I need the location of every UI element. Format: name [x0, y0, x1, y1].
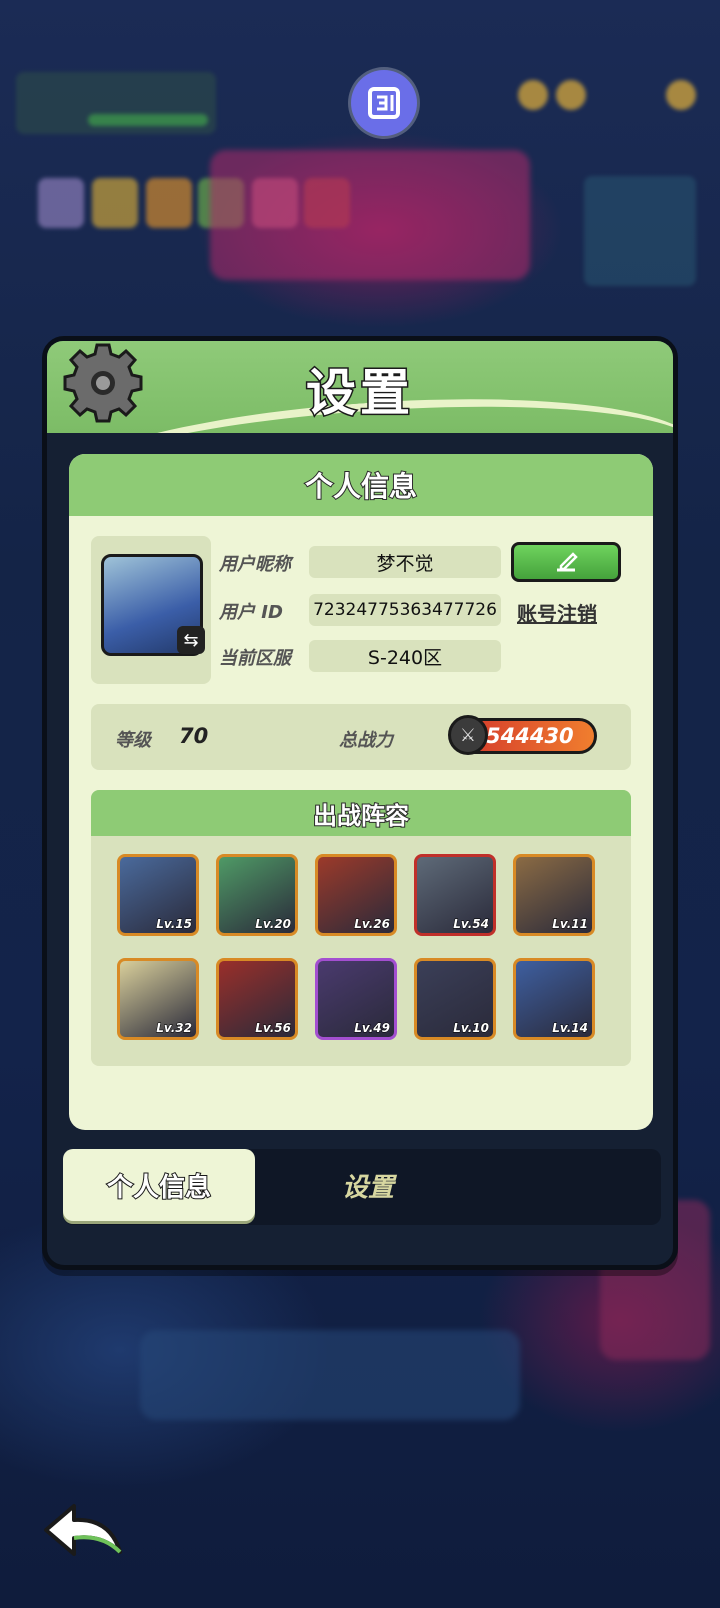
hero-slot[interactable]: Lv.32	[117, 958, 199, 1040]
level-label: 等级	[115, 730, 151, 751]
profile-section-title: 个人信息	[69, 454, 653, 516]
power-badge: ⚔ 544430	[448, 715, 597, 755]
level-value: 70	[179, 724, 209, 748]
cancel-account-link[interactable]: 账号注销	[517, 598, 597, 627]
currency-icon	[518, 80, 548, 110]
swords-icon: ⚔	[448, 715, 488, 755]
user-id-label: 用户 ID	[219, 602, 283, 623]
hero-level: Lv.10	[453, 1021, 490, 1036]
hero-slot[interactable]: Lv.20	[216, 854, 298, 936]
hud-exp-bar	[88, 114, 208, 126]
power-value: 544430	[486, 724, 574, 748]
avatar-container[interactable]: ⇆	[91, 536, 211, 684]
edit-nickname-button[interactable]	[511, 542, 621, 582]
nickname-label: 用户昵称	[219, 554, 291, 575]
hero-level: Lv.49	[354, 1021, 391, 1036]
hero-level: Lv.54	[453, 917, 490, 932]
bg-blob	[210, 150, 530, 280]
gear-icon	[63, 343, 143, 423]
power-label: 总战力	[339, 730, 393, 751]
hero-slot[interactable]: Lv.26	[315, 854, 397, 936]
server-value: S-240区	[309, 640, 501, 672]
back-arrow-icon[interactable]	[40, 1500, 126, 1564]
hero-level: Lv.20	[255, 917, 292, 932]
user-id-value: 72324775363477726	[309, 594, 501, 626]
hero-slot[interactable]: Lv.56	[216, 958, 298, 1040]
hero-level: Lv.14	[552, 1021, 589, 1036]
server-label: 当前区服	[219, 648, 291, 669]
hero-level: Lv.11	[552, 917, 589, 932]
profile-card: 个人信息 ⇆ 用户昵称 梦不觉 用户 ID 72324775363477726 …	[69, 454, 653, 1130]
app-logo-icon	[351, 70, 417, 136]
tab-settings[interactable]: 设置	[293, 1163, 443, 1207]
stats-row: 等级 70 总战力 ⚔ 544430	[91, 704, 631, 770]
tab-personal-info[interactable]: 个人信息	[63, 1149, 255, 1221]
nickname-value: 梦不觉	[309, 546, 501, 578]
bg-blob	[140, 1330, 520, 1420]
hud-event-icon	[146, 178, 192, 228]
hero-slot[interactable]: Lv.54	[414, 854, 496, 936]
swap-avatar-icon[interactable]: ⇆	[177, 626, 205, 654]
hero-slot[interactable]: Lv.14	[513, 958, 595, 1040]
hero-level: Lv.15	[156, 917, 193, 932]
currency-icon	[556, 80, 586, 110]
hero-slot[interactable]: Lv.15	[117, 854, 199, 936]
hero-level: Lv.26	[354, 917, 391, 932]
hud-event-icon	[38, 178, 84, 228]
minimap	[584, 176, 696, 286]
lineup-section: 出战阵容 Lv.15 Lv.20 Lv.26 Lv.54 Lv.11 Lv.32 Lv.56…	[91, 790, 631, 1066]
hero-slot[interactable]: Lv.11	[513, 854, 595, 936]
currency-icon	[666, 80, 696, 110]
hero-level: Lv.56	[255, 1021, 292, 1036]
hero-slot[interactable]: Lv.10	[414, 958, 496, 1040]
hud-event-icon	[92, 178, 138, 228]
settings-panel: 设置 个人信息 ⇆ 用户昵称 梦不觉 用户 ID 723247753634777…	[42, 336, 678, 1270]
hero-slot[interactable]: Lv.49	[315, 958, 397, 1040]
tab-bar: 个人信息 设置	[63, 1149, 661, 1225]
pencil-icon	[557, 552, 578, 572]
hero-level: Lv.32	[156, 1021, 193, 1036]
lineup-title: 出战阵容	[91, 790, 631, 836]
